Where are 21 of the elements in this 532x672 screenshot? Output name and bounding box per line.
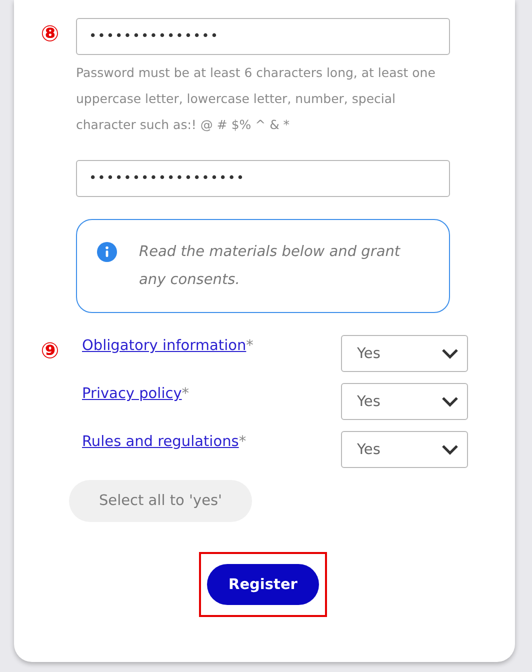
chevron-down-icon [441, 444, 459, 456]
password-field[interactable]: ••••••••••••••• [76, 18, 450, 55]
consent-label: Privacy policy* [82, 386, 190, 402]
password-hint: Password must be at least 6 characters long, at least one uppercase letter, lowercase letter, number, special character such as:! @ # $% ^ & * [76, 64, 436, 134]
consent-label: Obligatory information* [82, 338, 254, 354]
select-all-button[interactable]: Select all to 'yes' [69, 480, 252, 522]
consent-select[interactable]: Yes [341, 335, 468, 372]
register-button[interactable]: Register [207, 564, 319, 605]
consent-select[interactable]: Yes [341, 383, 468, 420]
info-icon [97, 242, 117, 262]
consent-link[interactable]: Obligatory information [82, 338, 246, 354]
chevron-down-icon [441, 396, 459, 408]
consent-link[interactable]: Rules and regulations [82, 434, 239, 450]
consent-select[interactable]: Yes [341, 431, 468, 468]
info-text: Read the materials below and grant any consents. [139, 243, 402, 290]
chevron-down-icon [441, 348, 459, 360]
consent-label: Rules and regulations* [82, 434, 246, 450]
step-marker: ⑨ [40, 341, 60, 363]
consent-link[interactable]: Privacy policy [82, 386, 182, 402]
step-marker: ⑧ [40, 24, 60, 46]
confirm-password-field[interactable]: •••••••••••••••••• [76, 160, 450, 197]
